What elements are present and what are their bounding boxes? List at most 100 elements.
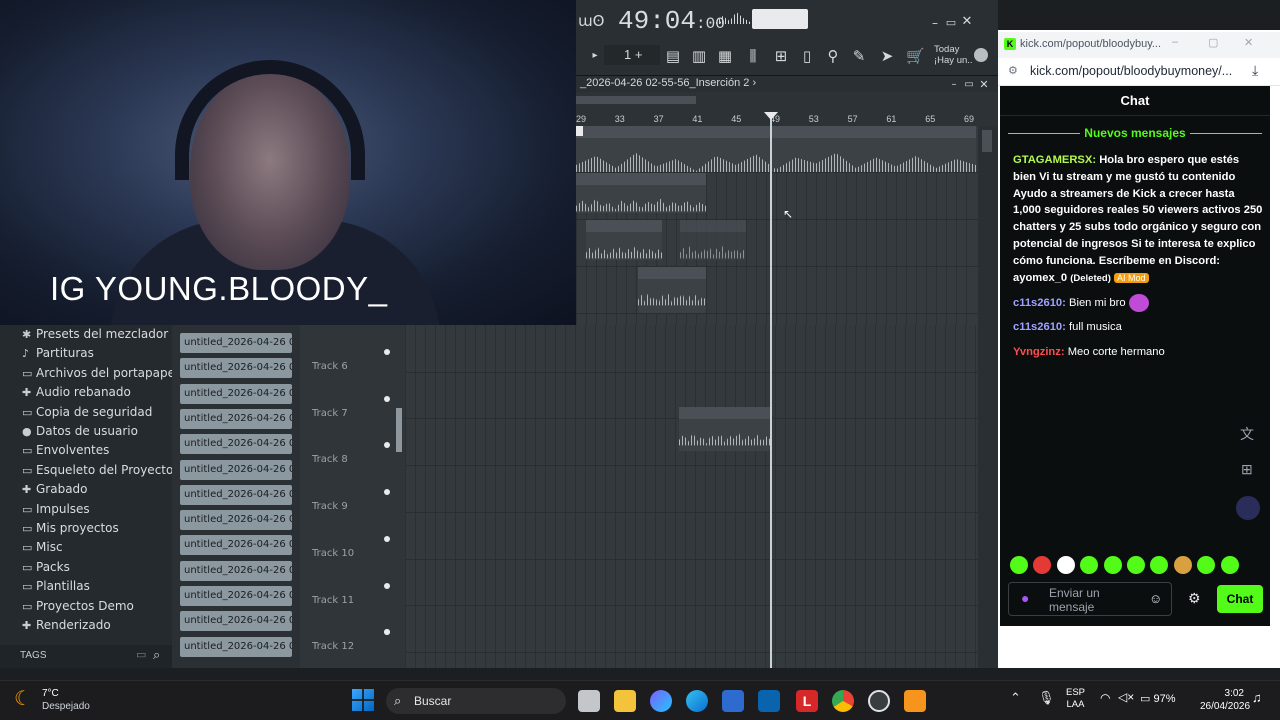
file-explorer-icon[interactable] <box>614 690 636 712</box>
emote-icon[interactable] <box>1220 556 1239 574</box>
browser-item[interactable]: ▭ Envolventes <box>22 443 109 457</box>
news-panel[interactable]: Today ¡Hay un.. <box>934 44 973 66</box>
track-enable-toggle[interactable] <box>384 582 390 589</box>
track-label[interactable]: Track 9 <box>312 501 348 512</box>
tray-overflow-icon[interactable]: ⌃ <box>1010 690 1021 706</box>
weather-widget[interactable]: 7°C Despejado <box>42 687 90 713</box>
launcher-l-icon[interactable]: L <box>796 690 818 712</box>
track-enable-toggle[interactable] <box>384 535 390 542</box>
search-icon[interactable]: ⌕ <box>153 647 160 663</box>
pattern-selector[interactable]: 1 + <box>604 45 660 65</box>
browser-item[interactable]: ▭ Packs <box>22 560 70 574</box>
volume-icon[interactable]: ◁× <box>1118 690 1134 704</box>
browser-item[interactable]: ▭ Copia de seguridad <box>22 405 152 419</box>
mixer-icon[interactable]: ⫼ <box>744 47 762 65</box>
browser-item[interactable]: ✚ Grabado <box>22 482 88 496</box>
browser-item[interactable]: ▭ Archivos del portapapeles <box>22 366 192 380</box>
download-icon[interactable]: ⤓ <box>1252 62 1258 79</box>
settings-icon[interactable]: ⚙ <box>1188 590 1201 607</box>
audio-clip-row4[interactable]: untitle...rción 2 <box>638 267 706 313</box>
sample-item[interactable]: untitled_2026-04-26 02-... <box>180 333 292 353</box>
file-icon[interactable]: ▯ <box>798 47 816 65</box>
window-close-icon[interactable]: ✕ <box>1244 36 1253 49</box>
tools-icon[interactable]: ✎ <box>850 47 868 65</box>
track-label[interactable]: Track 6 <box>312 361 348 372</box>
sample-item[interactable]: untitled_2026-04-26 02-... <box>180 459 292 480</box>
track-label[interactable]: Track 12 <box>312 641 354 652</box>
track-enable-toggle[interactable] <box>384 395 390 402</box>
window-minimize-icon[interactable]: – <box>1172 36 1178 48</box>
audio-clip-track7[interactable]: untitled_2...nserción 2 <box>679 407 771 451</box>
audio-clip-row3a[interactable]: untitle...rción 2 <box>586 220 662 260</box>
task-view-icon[interactable] <box>578 690 600 712</box>
track-label[interactable]: Track 8 <box>312 454 348 465</box>
playlist-scrollbar[interactable] <box>978 126 998 668</box>
browser-item[interactable]: ▭ Impulses <box>22 502 90 516</box>
sample-item[interactable]: untitled_2026-04-26 02-... <box>180 434 292 455</box>
browser-item[interactable]: ▭ Plantillas <box>22 579 90 593</box>
sample-item[interactable]: untitled_2026-04-26 02-... <box>180 383 292 404</box>
browser-item[interactable]: ✚ Renderizado <box>22 618 111 632</box>
bot-icon[interactable] <box>1236 496 1260 520</box>
audio-clip-main[interactable]: NY JR TYPE BEAT (yung celis) - Yung Celi… <box>576 126 976 172</box>
translate-icon[interactable]: 文 <box>1240 424 1254 444</box>
track-scrollbar[interactable] <box>396 408 402 452</box>
sample-item[interactable]: untitled_2026-04-26 02-... <box>180 560 292 581</box>
shop-icon[interactable]: 🛒 <box>906 47 925 65</box>
track-label[interactable]: Track 11 <box>312 595 354 606</box>
sample-item[interactable]: untitled_2026-04-26 02-... <box>180 484 292 505</box>
audio-clip-row2[interactable]: ción 2 ✕ untitled_202...Inserción 2 <box>576 173 706 213</box>
emoji-picker-icon[interactable]: ☺ <box>1149 591 1162 606</box>
browser-item[interactable]: ● Datos de usuario <box>22 424 138 438</box>
browser-icon[interactable]: ⊞ <box>772 47 790 65</box>
clock[interactable]: 3:02 26/04/2026 <box>1200 687 1250 713</box>
emote-icon[interactable] <box>1010 556 1028 574</box>
taskbar-search[interactable]: ⌕ Buscar <box>386 688 566 714</box>
site-info-icon[interactable]: ⚙ <box>1008 64 1018 77</box>
store-icon[interactable] <box>722 690 744 712</box>
grid-icon[interactable]: ⊞ <box>1241 461 1253 478</box>
browser-item[interactable]: ♪ Partituras <box>22 346 94 360</box>
send-chat-button[interactable]: Chat <box>1217 585 1263 613</box>
browser-item[interactable]: ▭ Mis proyectos <box>22 521 119 535</box>
sample-item[interactable]: untitled_2026-04-26 02-... <box>180 586 292 606</box>
channel-rack-icon[interactable]: ▦ <box>716 47 734 65</box>
track-label[interactable]: Track 7 <box>312 408 348 419</box>
song-position[interactable]: 49:04:00 <box>618 6 725 36</box>
copilot-icon[interactable] <box>650 690 672 712</box>
send-icon[interactable]: ➤ <box>878 47 896 65</box>
tracks-grid[interactable]: untitled_2...nserción 2 <box>405 325 978 668</box>
emote-icon[interactable] <box>1173 556 1192 574</box>
emote-icon[interactable] <box>1103 556 1122 574</box>
emote-icon[interactable] <box>1127 556 1145 574</box>
edge-icon[interactable] <box>686 690 708 712</box>
mail-icon[interactable] <box>758 690 780 712</box>
plugin-icon[interactable]: ⚲ <box>824 47 842 65</box>
microphone-icon[interactable]: ● <box>1021 590 1029 606</box>
track-enable-toggle[interactable] <box>384 629 390 635</box>
microphone-tray-icon[interactable]: 🎙 <box>1038 690 1055 706</box>
browser-item[interactable]: ▭ Proyectos Demo <box>22 599 134 613</box>
address-bar[interactable]: ⚙ kick.com/popout/bloodybuymoney/... ⤓ <box>998 58 1280 86</box>
obs-icon[interactable] <box>868 690 890 712</box>
tag-folder-icon[interactable]: ▭ <box>136 648 146 661</box>
language-indicator[interactable]: ESP LAA <box>1066 687 1085 711</box>
notification-bell-icon[interactable]: ♫ <box>1252 690 1262 705</box>
browser-item[interactable]: ✱ Presets del mezclador <box>22 327 168 341</box>
battery-status[interactable]: ▭ 97% <box>1140 692 1175 705</box>
play-arrow-icon[interactable]: ▸ <box>586 47 604 65</box>
account-icon[interactable] <box>974 48 988 62</box>
sample-item[interactable]: untitled_2026-04-26 02-... <box>180 611 292 632</box>
browser-item[interactable]: ▭ Misc <box>22 540 63 554</box>
close-icon[interactable]: ✕ <box>958 13 976 31</box>
sample-item[interactable]: untitled_2026-04-26 02-... <box>180 408 292 429</box>
scroll-thumb[interactable] <box>982 130 992 152</box>
playlist-icon[interactable]: ▤ <box>664 47 682 65</box>
overview-scroll[interactable] <box>576 96 696 104</box>
track-label[interactable]: Track 10 <box>312 548 354 559</box>
wifi-icon[interactable]: ◠ <box>1100 691 1110 705</box>
chat-username[interactable]: c11s2610: <box>1013 321 1066 333</box>
playlist-ruler[interactable]: 29 33 37 41 45 49 53 57 61 65 69 <box>576 92 998 126</box>
weather-icon[interactable]: ☾ <box>14 686 32 711</box>
playhead[interactable] <box>770 112 772 668</box>
